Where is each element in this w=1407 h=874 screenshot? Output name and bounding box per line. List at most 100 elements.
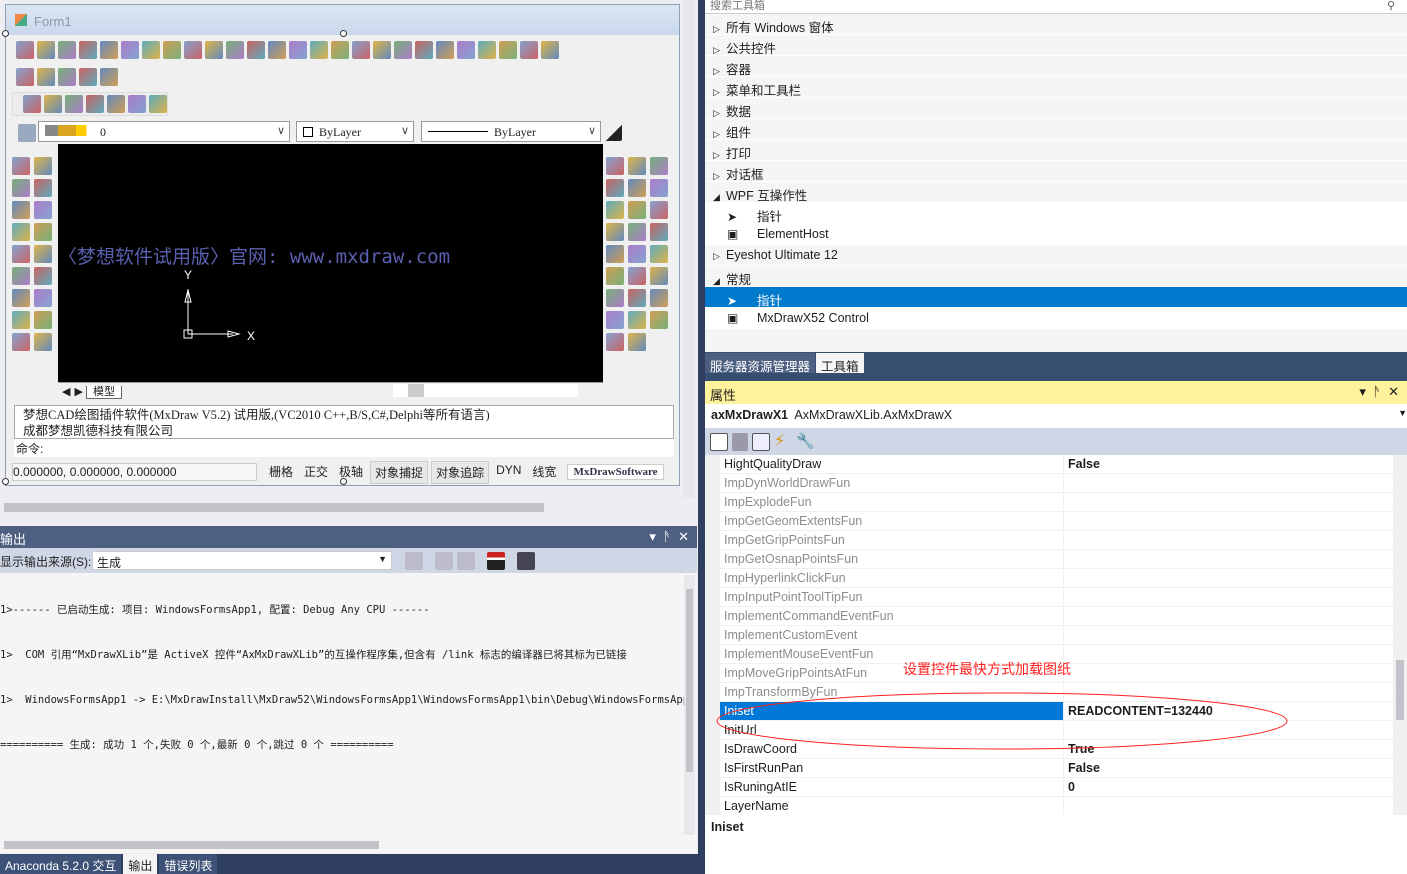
categorized-icon[interactable] (710, 432, 728, 451)
status-toggle[interactable]: 对象追踪 (431, 460, 490, 484)
property-value[interactable] (1064, 626, 1393, 644)
circle-icon[interactable] (12, 311, 30, 329)
mtext-icon[interactable] (12, 267, 30, 285)
properties-icon[interactable] (628, 311, 646, 329)
property-pages-icon[interactable]: 🔧 (796, 433, 815, 451)
array-icon[interactable] (606, 289, 624, 307)
polyline-icon[interactable] (34, 201, 52, 219)
toolbox-group[interactable]: ▷ 容器 (705, 56, 1407, 77)
chamfer-icon[interactable] (628, 333, 646, 351)
rotate-icon[interactable] (650, 223, 668, 241)
status-toggle[interactable]: 栅格 (265, 461, 297, 484)
command-input[interactable]: 命令: (14, 439, 674, 457)
property-row[interactable]: ImplementCommandEventFun (720, 607, 1393, 626)
export-icon[interactable] (478, 41, 496, 59)
linetype-combo[interactable]: ByLayer ∨ (421, 121, 601, 142)
toolbox-search-input[interactable]: 搜索工具箱 ⚲ (705, 0, 1407, 14)
toolbox-group[interactable]: ▷ 所有 Windows 窗体 (705, 14, 1407, 35)
dimension-icon[interactable] (34, 179, 52, 197)
block-icon[interactable] (12, 201, 30, 219)
zoom-extents-icon[interactable] (205, 41, 223, 59)
new-icon[interactable] (16, 41, 34, 59)
property-value[interactable] (1064, 474, 1393, 492)
search-icon[interactable]: ⚲ (1387, 0, 1395, 13)
find-next-icon[interactable] (457, 552, 475, 570)
designer-h-scrollbar[interactable] (4, 503, 544, 512)
open-icon[interactable] (37, 41, 55, 59)
light-icon[interactable] (289, 41, 307, 59)
property-row[interactable]: ImplementCustomEvent (720, 626, 1393, 645)
comment-icon[interactable] (86, 95, 104, 113)
open-url-icon[interactable] (79, 41, 97, 59)
sketch-icon[interactable] (394, 41, 412, 59)
property-row[interactable]: IsFirstRunPan False (720, 759, 1393, 778)
polygon-icon[interactable] (34, 223, 52, 241)
dim-diameter-icon[interactable] (606, 311, 624, 329)
property-row[interactable]: HightQualityDraw False (720, 455, 1393, 474)
panel-menu-pin-close-icons[interactable]: ▾ ᚫ ✕ (1359, 384, 1399, 400)
output-text[interactable]: 1>------ 已启动生成: 项目: WindowsFormsApp1, 配置… (0, 573, 697, 853)
bottom-tab[interactable]: 错误列表 (159, 854, 218, 874)
property-value[interactable] (1064, 588, 1393, 606)
property-row[interactable]: ImpGetGeomExtentsFun (720, 512, 1393, 531)
clear-all-icon[interactable] (487, 552, 505, 570)
copy-layer-icon[interactable] (606, 179, 624, 197)
property-row[interactable]: ImpGetGripPointsFun (720, 531, 1393, 550)
globe-icon[interactable] (37, 68, 55, 86)
layer-icon[interactable] (606, 201, 624, 219)
break-icon[interactable] (628, 245, 646, 263)
toolbox-item[interactable]: ▣ ElementHost (705, 224, 1407, 245)
layer-combo[interactable]: 0 ∨ (38, 121, 290, 142)
zoom-window-icon[interactable] (184, 41, 202, 59)
property-value[interactable] (1064, 645, 1393, 663)
toolbox-item[interactable]: ▣ MxDrawX52 Control (705, 308, 1407, 329)
layer-back-icon[interactable] (606, 245, 624, 263)
toolbox-group[interactable]: ▷ 数据 (705, 98, 1407, 119)
output-source-select[interactable]: 生成 ▼ (92, 551, 392, 570)
layer-front-icon[interactable] (606, 223, 624, 241)
redo-icon[interactable] (541, 41, 559, 59)
word-wrap-icon[interactable] (517, 552, 535, 570)
property-value[interactable] (1064, 607, 1393, 625)
resize-handle[interactable] (340, 30, 347, 37)
color-combo[interactable]: ByLayer ∨ (296, 121, 414, 142)
resize-handle[interactable] (2, 30, 9, 37)
layers-icon[interactable] (18, 124, 36, 142)
find-icon[interactable] (149, 95, 167, 113)
dim-angular-icon[interactable] (650, 267, 668, 285)
block-insert-icon[interactable] (12, 179, 30, 197)
property-value[interactable] (1064, 550, 1393, 568)
extend-icon[interactable] (628, 179, 646, 197)
property-value[interactable] (1064, 493, 1393, 511)
prev-sheet-button[interactable]: ◀ (58, 386, 74, 398)
zoom-realtime-icon[interactable] (163, 41, 181, 59)
stamp-icon[interactable] (107, 95, 125, 113)
arc-icon[interactable] (34, 289, 52, 307)
ruler-icon[interactable] (23, 95, 41, 113)
property-row[interactable]: ImpDynWorldDrawFun (720, 474, 1393, 493)
dim-angle-icon[interactable] (650, 311, 668, 329)
spline-icon[interactable] (34, 311, 52, 329)
image-icon[interactable] (100, 68, 118, 86)
right-tab[interactable]: 工具箱 (816, 353, 864, 374)
save-as-icon[interactable] (142, 41, 160, 59)
toolbox-group[interactable]: ▷ 打印 (705, 140, 1407, 161)
revcloud-icon[interactable] (34, 333, 52, 351)
status-toggle[interactable]: 对象捕捉 (370, 460, 429, 484)
form-window[interactable]: Form1 0 ∨ ByLayer ∨ ByLayer ∨ 〈梦想软件试用版〉官网: … (5, 4, 680, 486)
print-icon[interactable] (16, 68, 34, 86)
toolbox-group[interactable]: ▷ 菜单和工具栏 (705, 77, 1407, 98)
drawing-canvas[interactable]: 〈梦想软件试用版〉官网: www.mxdraw.com Y X (58, 144, 603, 382)
property-row[interactable]: ImpExplodeFun (720, 493, 1393, 512)
dim-linear-icon[interactable] (606, 157, 624, 175)
property-value[interactable] (1064, 797, 1393, 815)
trim-icon[interactable] (628, 157, 646, 175)
property-value[interactable]: False (1064, 455, 1393, 473)
open-folder-icon[interactable] (58, 41, 76, 59)
dim-aligned-icon[interactable] (606, 267, 624, 285)
pan-icon[interactable] (226, 41, 244, 59)
output-v-scrollbar[interactable] (684, 575, 695, 835)
scale-icon[interactable] (650, 245, 668, 263)
fillet-icon[interactable] (606, 333, 624, 351)
save-icon[interactable] (100, 41, 118, 59)
